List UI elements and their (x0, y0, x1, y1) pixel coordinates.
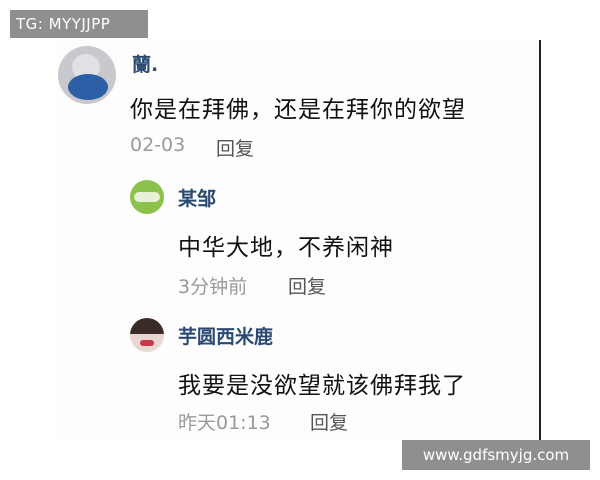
watermark-top-left: TG: MYYJJPP (10, 10, 148, 38)
reply-button[interactable]: 回复 (288, 272, 326, 299)
comment-username[interactable]: 蘭. (132, 50, 158, 77)
reply-date: 3分钟前 (178, 276, 248, 298)
reply-username[interactable]: 芋圆西米鹿 (178, 322, 273, 349)
reply-date: 昨天01:13 (178, 412, 271, 434)
reply-text: 我要是没欲望就该佛拜我了 (178, 373, 466, 399)
reply-username[interactable]: 某邹 (178, 184, 216, 211)
reply-button[interactable]: 回复 (216, 134, 254, 161)
reply-button[interactable]: 回复 (310, 408, 348, 435)
comment-date: 02-03 (130, 134, 186, 156)
watermark-bottom-right: www.gdfsmyjg.com (402, 440, 590, 470)
comment-text: 你是在拜佛，还是在拜你的欲望 (130, 97, 466, 123)
user-avatar-icon[interactable] (58, 46, 116, 104)
user-avatar-icon[interactable] (130, 180, 164, 214)
user-avatar-icon[interactable] (130, 318, 164, 352)
reply-text: 中华大地，不养闲神 (178, 235, 394, 261)
divider-line (539, 40, 541, 440)
